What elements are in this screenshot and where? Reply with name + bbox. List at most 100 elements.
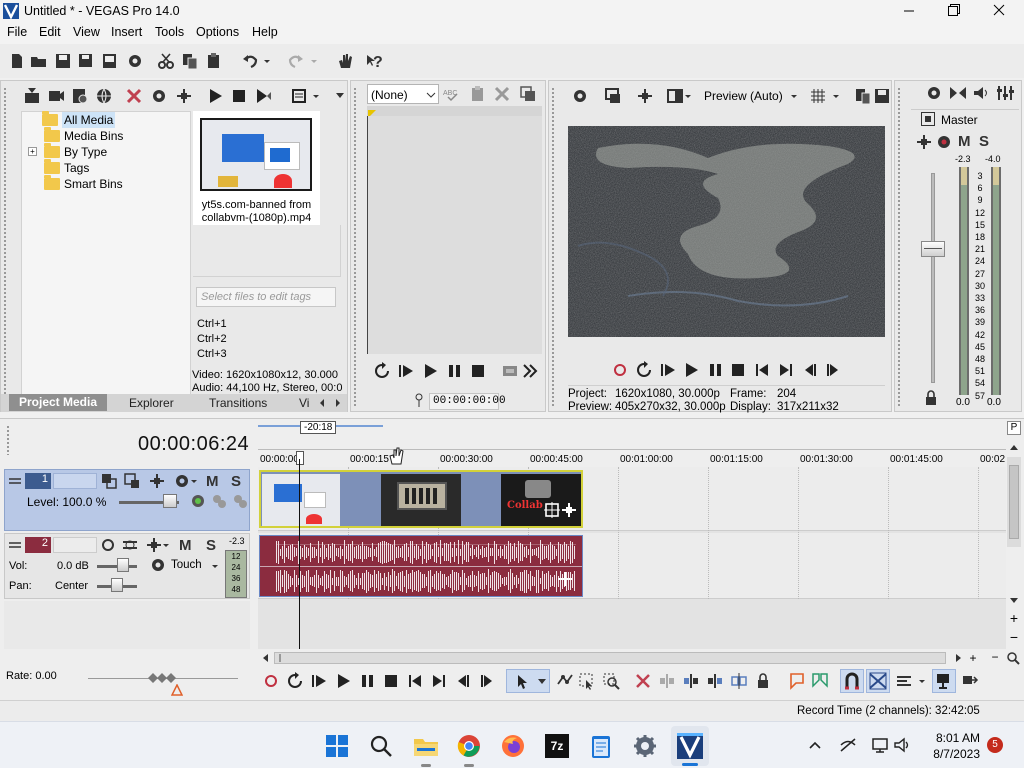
lock-envelopes-toggle[interactable] bbox=[932, 669, 956, 693]
media-fx-icon[interactable] bbox=[175, 87, 193, 105]
trimmer-play-from-start-icon[interactable] bbox=[397, 362, 415, 380]
menu-view[interactable]: View bbox=[73, 25, 100, 39]
whats-this-help-icon[interactable]: ? bbox=[366, 52, 384, 70]
preview-quality-dropdown-icon[interactable] bbox=[789, 87, 799, 105]
play-from-start-icon[interactable] bbox=[310, 672, 328, 690]
audio-solo-button[interactable]: S bbox=[206, 537, 216, 554]
insert-region-icon[interactable] bbox=[811, 672, 829, 690]
video-output-fx-gear-icon[interactable] bbox=[571, 87, 589, 105]
close-button[interactable] bbox=[986, 0, 1012, 22]
ripple-dropdown-icon[interactable] bbox=[917, 672, 927, 690]
timeline-marker-icon[interactable]: P bbox=[1007, 421, 1021, 435]
trimmer-stop-icon[interactable] bbox=[469, 362, 487, 380]
event-pan-crop-icon[interactable] bbox=[544, 502, 560, 518]
menu-edit[interactable]: Edit bbox=[39, 25, 61, 39]
media-file-item[interactable]: yt5s.com-banned from collabvm-(1080p).mp… bbox=[193, 111, 320, 225]
video-level-slider-handle[interactable] bbox=[163, 494, 177, 508]
zoom-tool-icon[interactable] bbox=[1006, 651, 1020, 665]
zoom-in-vertical-icon[interactable]: + bbox=[1007, 611, 1021, 625]
overlays-dropdown-icon[interactable] bbox=[831, 87, 841, 105]
video-track-effects-icon[interactable] bbox=[210, 492, 228, 510]
playhead-marker[interactable] bbox=[296, 451, 304, 465]
trimmer-play-icon[interactable] bbox=[421, 362, 439, 380]
preview-play-icon[interactable] bbox=[206, 87, 224, 105]
make-compositing-child-icon[interactable] bbox=[123, 472, 141, 490]
pan-slider-handle[interactable] bbox=[111, 578, 123, 592]
trimmer-video-area[interactable] bbox=[367, 116, 542, 354]
notification-badge[interactable]: 5 bbox=[987, 737, 1003, 753]
zoom-edit-tool-icon[interactable] bbox=[602, 672, 620, 690]
views-dropdown-icon[interactable] bbox=[311, 87, 321, 105]
compositing-mode-icon[interactable] bbox=[100, 472, 118, 490]
master-automation-icon[interactable] bbox=[915, 133, 933, 151]
go-to-start-icon[interactable] bbox=[753, 361, 771, 379]
trimmer-delete-icon[interactable] bbox=[493, 85, 511, 103]
play-icon[interactable] bbox=[334, 672, 352, 690]
video-track-composite-icon[interactable] bbox=[189, 492, 207, 510]
preview-quality-dropdown[interactable]: Preview (Auto) bbox=[704, 89, 783, 103]
video-track-header[interactable]: 1 M S Level: 100.0 % bbox=[4, 469, 250, 531]
tab-project-media[interactable]: Project Media bbox=[9, 394, 108, 411]
redo-icon[interactable] bbox=[286, 52, 304, 70]
render-as-icon[interactable] bbox=[101, 52, 119, 70]
get-media-web-icon[interactable] bbox=[71, 87, 89, 105]
downmix-icon[interactable] bbox=[949, 84, 967, 102]
cut-icon[interactable] bbox=[157, 52, 175, 70]
maximize-button[interactable] bbox=[940, 0, 966, 22]
menu-options[interactable]: Options bbox=[196, 25, 239, 39]
minimize-button[interactable] bbox=[896, 0, 922, 22]
loop-playback-icon[interactable] bbox=[635, 361, 653, 379]
tree-item-all-media[interactable]: All Media bbox=[42, 111, 116, 128]
overlays-grid-icon[interactable] bbox=[809, 87, 827, 105]
tree-item-tags[interactable]: Tags bbox=[44, 159, 89, 176]
master-solo-button[interactable]: S bbox=[979, 133, 989, 150]
views-icon[interactable] bbox=[291, 87, 309, 105]
save-icon[interactable] bbox=[54, 52, 72, 70]
vol-slider-handle[interactable] bbox=[117, 558, 129, 572]
tab-video-fx[interactable]: Vi bbox=[299, 396, 309, 410]
copy-icon[interactable] bbox=[181, 52, 199, 70]
trimmer-pause-icon[interactable] bbox=[445, 362, 463, 380]
zoom-in-horizontal-icon[interactable]: + bbox=[967, 652, 979, 664]
hscroll-right-icon[interactable] bbox=[952, 652, 964, 664]
video-track-name-field[interactable] bbox=[53, 473, 97, 489]
trimmer-add-to-timeline-icon[interactable] bbox=[501, 362, 519, 380]
split-screen-dropdown-icon[interactable] bbox=[683, 87, 693, 105]
trimmer-loop-icon[interactable] bbox=[373, 362, 391, 380]
seven-zip-icon[interactable]: 7z bbox=[545, 734, 569, 758]
zoom-out-horizontal-icon[interactable]: − bbox=[989, 651, 1001, 664]
paste-icon[interactable] bbox=[205, 52, 223, 70]
record-icon[interactable] bbox=[611, 361, 629, 379]
display-icon[interactable] bbox=[871, 736, 889, 754]
master-fx-gear-icon[interactable] bbox=[925, 84, 943, 102]
project-properties-icon[interactable] bbox=[636, 87, 654, 105]
taskbar-search-icon[interactable] bbox=[369, 734, 393, 758]
master-mute-button[interactable]: M bbox=[958, 133, 971, 150]
envelope-edit-tool-icon[interactable] bbox=[556, 672, 574, 690]
automation-settings-gear-icon[interactable] bbox=[149, 556, 167, 574]
trim-start-icon[interactable] bbox=[682, 672, 700, 690]
trimmer-paste-icon[interactable] bbox=[469, 85, 487, 103]
zoom-out-vertical-icon[interactable]: − bbox=[1007, 630, 1021, 645]
settings-gear-icon[interactable] bbox=[633, 734, 657, 758]
insert-marker-icon[interactable] bbox=[788, 672, 806, 690]
master-fader-handle[interactable] bbox=[921, 241, 945, 257]
horizontal-scrollbar[interactable] bbox=[274, 652, 946, 664]
master-properties-icon[interactable] bbox=[996, 84, 1014, 102]
event-fx-icon[interactable] bbox=[561, 502, 577, 518]
menu-insert[interactable]: Insert bbox=[111, 25, 142, 39]
video-event-clip[interactable]: Collab bbox=[259, 470, 583, 528]
tree-item-media-bins[interactable]: Media Bins bbox=[44, 127, 123, 144]
loop-playback-icon[interactable] bbox=[286, 672, 304, 690]
open-folder-icon[interactable] bbox=[30, 52, 48, 70]
previous-frame-icon[interactable] bbox=[801, 361, 819, 379]
undo-icon[interactable] bbox=[242, 52, 260, 70]
tab-transitions[interactable]: Transitions bbox=[209, 396, 267, 410]
vertical-scrollbar[interactable] bbox=[1007, 457, 1021, 547]
track-collapse-icon[interactable] bbox=[9, 476, 21, 486]
go-to-start-icon[interactable] bbox=[406, 672, 424, 690]
audio-track-name-field[interactable] bbox=[53, 537, 97, 553]
copy-snapshot-icon[interactable] bbox=[854, 87, 872, 105]
trimmer-timeline-strip[interactable] bbox=[367, 106, 542, 116]
import-media-icon[interactable] bbox=[23, 87, 41, 105]
